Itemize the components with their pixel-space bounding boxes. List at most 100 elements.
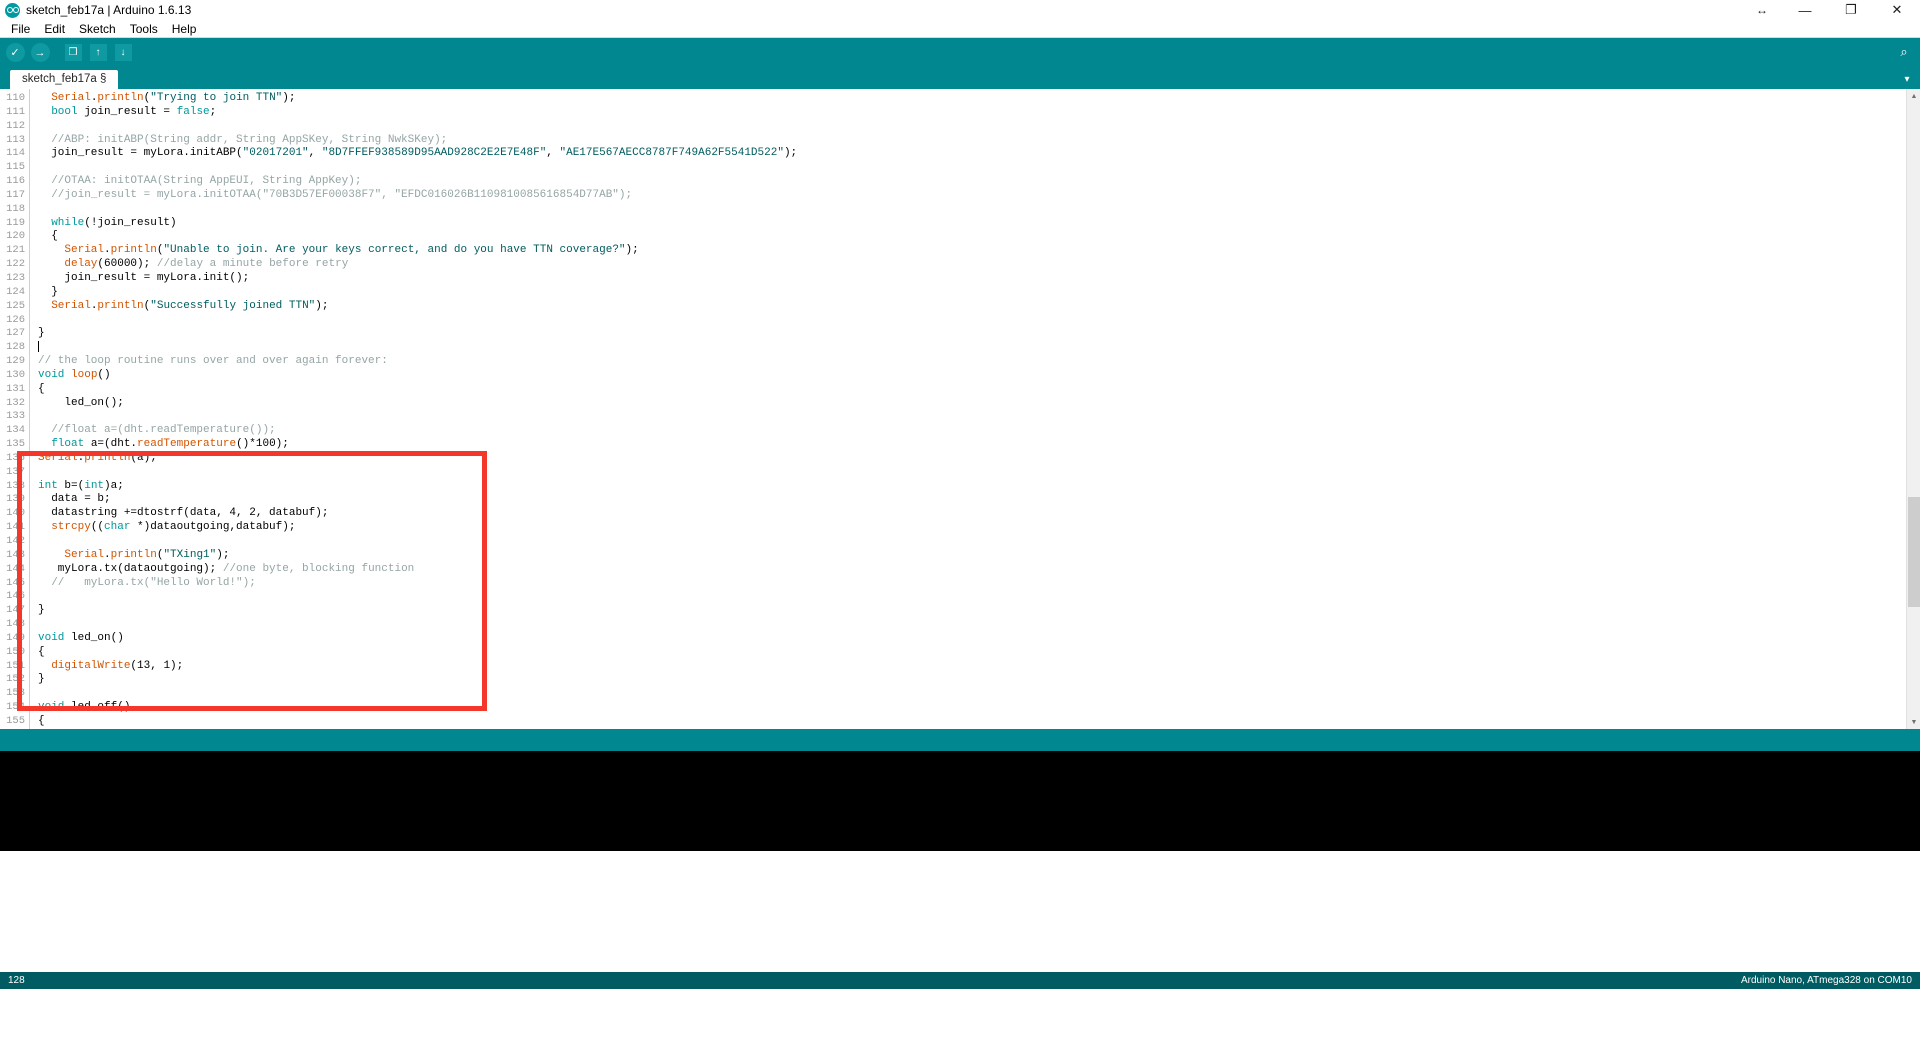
resize-icon[interactable]: ↔ [1742, 0, 1782, 20]
code-token: int [38, 479, 58, 492]
code-token: datastring +=dtostrf(data, 4, 2, databuf… [38, 507, 329, 520]
code-line: } [38, 327, 1920, 341]
code-token: ; [209, 105, 217, 118]
upload-button[interactable]: → [29, 42, 51, 64]
code-line: delay(60000); //delay a minute before re… [38, 258, 1920, 272]
code-token: { [38, 714, 45, 727]
code-token: //delay a minute before retry [156, 258, 349, 271]
code-line: float a=(dht.readTemperature()*100); [38, 438, 1920, 452]
code-token: Serial [64, 548, 105, 561]
code-line: led_on(); [38, 397, 1920, 411]
line-number: 110 [6, 92, 25, 104]
code-token: ); [216, 548, 230, 561]
status-board-info: Arduino Nano, ATmega328 on COM10 [1740, 975, 1912, 986]
console-output[interactable] [0, 751, 1920, 851]
code-token: //one byte, blocking function [222, 562, 415, 575]
line-number: 150 [6, 645, 25, 658]
vertical-scrollbar[interactable]: ▲ ▼ [1906, 89, 1920, 729]
code-token: "8D7FFEF938589D95AAD928C2E2E7E48F" [321, 147, 547, 160]
line-number-gutter: 110 111 112 113 114 115 116 117 118 119 120 121 122 1… [0, 89, 30, 729]
line-number: 154 [6, 701, 25, 714]
line-number: 124 [6, 285, 25, 298]
title-bar: sketch_feb17a | Arduino 1.6.13 ↔ — ❐ ✕ [0, 0, 1920, 20]
code-token: readTemperature [137, 438, 237, 451]
menu-item-help[interactable]: Help [165, 20, 204, 38]
code-token: b=( [57, 479, 85, 492]
save-sketch-button[interactable]: ↓ [112, 42, 134, 64]
code-token: )a; [104, 479, 124, 492]
code-token: delay [64, 258, 98, 271]
code-token: loop [71, 368, 98, 381]
menu-item-file[interactable]: File [4, 20, 37, 38]
tab-sketch-feb17a[interactable]: sketch_feb17a § [10, 70, 119, 89]
close-button[interactable]: ✕ [1874, 0, 1920, 20]
code-line: //OTAA: initOTAA(String AppEUI, String A… [38, 175, 1920, 189]
code-text-area[interactable]: Serial.println("Trying to join TTN"); bo… [30, 89, 1920, 729]
code-token: float [51, 438, 85, 451]
console-status-strip [0, 729, 1920, 751]
serial-monitor-button[interactable]: ⌕ [1894, 42, 1914, 62]
open-sketch-button[interactable]: ↑ [87, 42, 109, 64]
code-token: } [38, 327, 45, 340]
code-line: // myLora.tx("Hello World!"); [38, 577, 1920, 591]
line-number: 135 [6, 438, 25, 451]
code-token: ); [315, 299, 329, 312]
code-token: "Unable to join. Are your keys correct, … [163, 244, 626, 257]
code-line: // the loop routine runs over and over a… [38, 355, 1920, 369]
code-token: void [38, 368, 65, 381]
line-number: 131 [6, 382, 25, 395]
code-token: "Trying to join TTN" [150, 92, 283, 104]
line-number: 149 [6, 631, 25, 644]
line-number: 123 [6, 271, 25, 284]
code-token: (!join_result) [84, 216, 177, 229]
line-number: 126 [6, 313, 25, 326]
code-editor[interactable]: 110 111 112 113 114 115 116 117 118 119 120 121 122 1… [0, 89, 1920, 729]
status-line-number: 128 [8, 975, 25, 986]
menu-bar: File Edit Sketch Tools Help [0, 20, 1920, 38]
line-number: 134 [6, 424, 25, 437]
menu-item-tools[interactable]: Tools [123, 20, 165, 38]
arduino-logo-icon [5, 2, 20, 18]
scroll-down-icon[interactable]: ▼ [1907, 715, 1920, 729]
code-line: //ABP: initABP(String addr, String AppSK… [38, 134, 1920, 148]
scroll-up-icon[interactable]: ▲ [1907, 89, 1920, 103]
minimize-button[interactable]: — [1782, 0, 1828, 20]
code-token: } [38, 673, 45, 686]
code-line: { [38, 715, 1920, 729]
menu-item-sketch[interactable]: Sketch [72, 20, 123, 38]
code-line: { [38, 646, 1920, 660]
arrow-right-icon: → [30, 43, 50, 62]
new-sketch-button[interactable]: ❒ [62, 42, 84, 64]
scrollbar-thumb[interactable] [1908, 497, 1920, 607]
code-token: . [104, 244, 111, 257]
code-token: // myLora.tx("Hello World!"); [51, 576, 256, 589]
code-line: join_result = myLora.init(); [38, 272, 1920, 286]
line-number: 114 [6, 147, 25, 160]
code-token: ); [170, 659, 184, 672]
code-token: println [110, 548, 157, 561]
code-token: } [38, 604, 45, 617]
code-token: join_result = [77, 105, 177, 118]
line-number: 151 [6, 659, 25, 672]
code-line: Serial.println("Successfully joined TTN"… [38, 300, 1920, 314]
line-number: 130 [6, 368, 25, 381]
line-number: 128 [6, 341, 25, 354]
code-line: void led_off() [38, 701, 1920, 715]
line-number: 127 [6, 327, 25, 340]
code-token: //float a=(dht.readTemperature()); [51, 424, 276, 437]
chevron-down-icon[interactable]: ▾ [1900, 72, 1914, 86]
sketch-tab-bar: sketch_feb17a § ▾ [0, 67, 1920, 89]
verify-button[interactable]: ✓ [4, 42, 26, 64]
code-line: myLora.tx(dataoutgoing); //one byte, blo… [38, 563, 1920, 577]
arrow-up-icon: ↑ [89, 44, 107, 61]
line-number: 125 [6, 299, 25, 312]
maximize-button[interactable]: ❐ [1828, 0, 1874, 20]
menu-item-edit[interactable]: Edit [37, 20, 72, 38]
line-number: 143 [6, 548, 25, 561]
